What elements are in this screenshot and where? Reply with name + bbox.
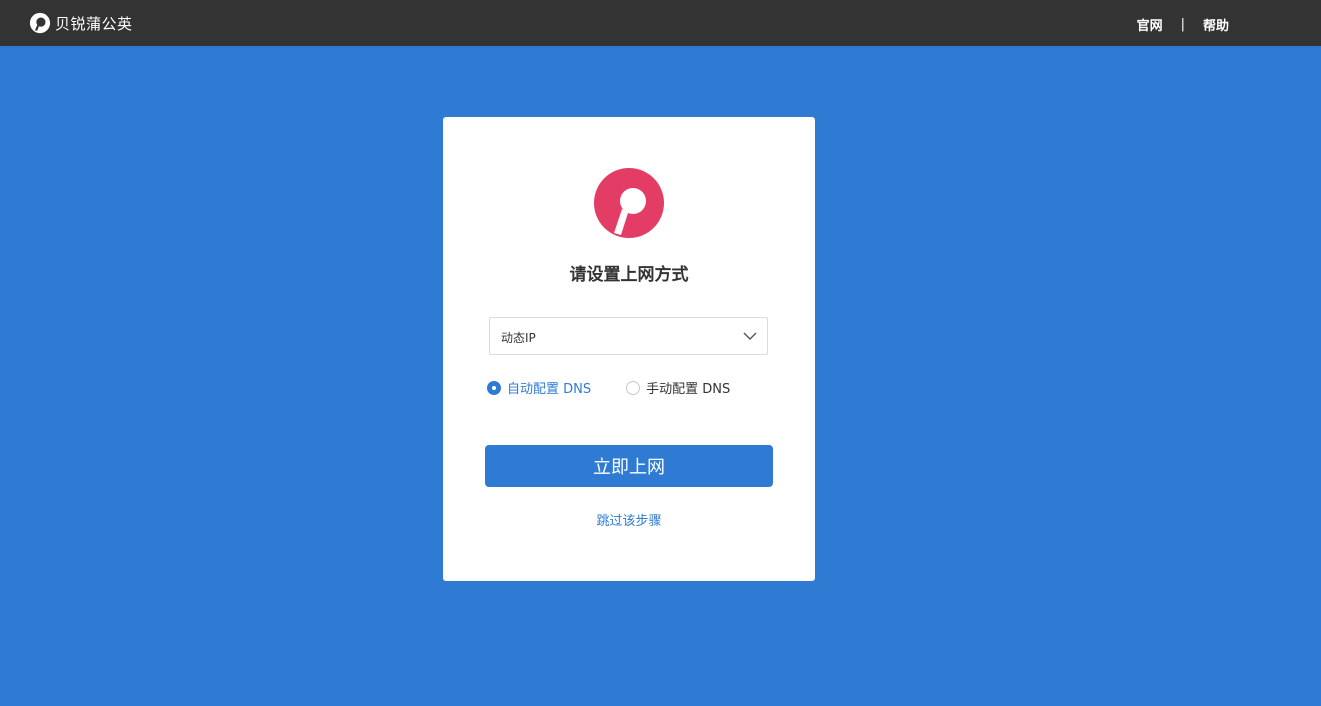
top-bar: 贝锐蒲公英 官网 | 帮助 [0,0,1321,46]
brand-name: 贝锐蒲公英 [55,14,133,33]
page-title: 请设置上网方式 [569,265,689,285]
top-nav: 官网 | 帮助 [1137,15,1229,34]
dns-auto-label: 自动配置 DNS [507,382,592,397]
chevron-down-icon [743,332,757,340]
help-link[interactable]: 帮助 [1203,15,1229,34]
dns-manual-radio[interactable]: 手动配置 DNS [626,378,730,397]
official-site-link[interactable]: 官网 [1137,15,1163,34]
connection-type-value: 动态IP [501,331,536,345]
brand-logo-icon [29,12,51,34]
skip-step-link[interactable]: 跳过该步骤 [443,510,815,529]
connect-now-button[interactable]: 立即上网 [485,445,773,487]
dns-auto-radio[interactable]: 自动配置 DNS [487,378,591,397]
radio-unchecked-icon [626,380,641,395]
setup-card: 请设置上网方式 动态IP 自动配置 DNS 手动配置 DNS 立即上网 跳过该步… [443,117,815,581]
brand: 贝锐蒲公英 [29,11,133,35]
dns-manual-label: 手动配置 DNS [646,382,731,397]
connection-type-select[interactable]: 动态IP [489,317,768,355]
dns-options: 自动配置 DNS 手动配置 DNS [487,378,765,397]
pgy-logo-icon [594,168,664,238]
radio-checked-icon [487,380,501,395]
nav-separator: | [1180,17,1185,32]
